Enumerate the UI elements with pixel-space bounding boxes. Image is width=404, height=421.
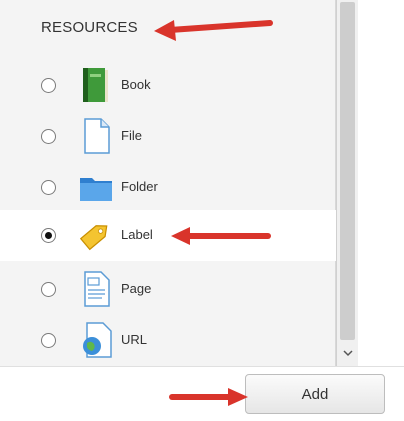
option-label: Folder (121, 179, 158, 194)
arrow-annotation-icon (154, 20, 273, 41)
radio-file[interactable] (41, 129, 56, 144)
url-icon (78, 321, 114, 359)
option-label: URL (121, 332, 148, 347)
option-label: Label (121, 227, 153, 242)
option-url[interactable]: URL (0, 315, 336, 366)
resources-panel: RESOURCES Book File Folder Label Page UR… (0, 0, 336, 366)
radio-page[interactable] (41, 282, 56, 297)
folder-icon (78, 168, 114, 206)
radio-book[interactable] (41, 78, 56, 93)
option-book[interactable]: Book (0, 60, 336, 111)
option-file[interactable]: File (0, 111, 336, 162)
add-button[interactable]: Add (245, 374, 385, 414)
arrow-annotation-icon (169, 388, 248, 406)
radio-url[interactable] (41, 333, 56, 348)
radio-label[interactable] (41, 228, 56, 243)
arrow-annotation-icon (171, 227, 271, 245)
option-label: Book (121, 77, 151, 92)
page-icon (78, 270, 114, 308)
radio-folder[interactable] (41, 180, 56, 195)
label-tag-icon (78, 216, 114, 254)
option-folder[interactable]: Folder (0, 162, 336, 213)
scrollbar[interactable] (336, 0, 358, 366)
scrollbar-thumb[interactable] (340, 2, 355, 340)
book-icon (78, 66, 114, 104)
section-heading: RESOURCES (41, 19, 138, 36)
file-icon (78, 117, 114, 155)
option-page[interactable]: Page (0, 264, 336, 315)
option-label: File (121, 128, 142, 143)
scroll-down-icon[interactable] (337, 343, 359, 363)
option-label: Page (121, 281, 152, 296)
